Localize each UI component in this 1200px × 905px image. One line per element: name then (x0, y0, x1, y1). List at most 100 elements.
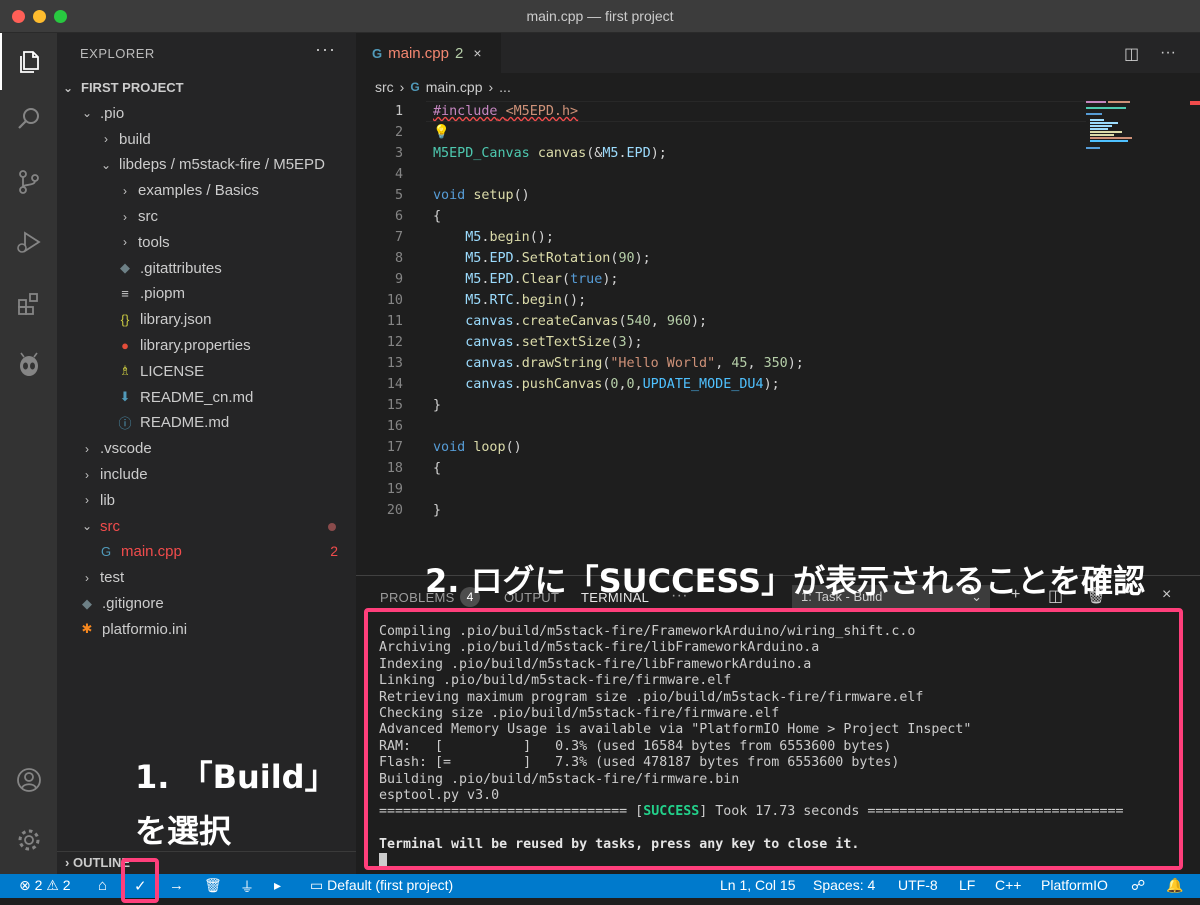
tree-item[interactable]: ● library.properties (57, 333, 356, 358)
tree-item[interactable]: › include (57, 462, 356, 487)
tree-item-label: .piopm (140, 285, 186, 303)
feedback-icon[interactable]: ☍ (1131, 877, 1145, 894)
code-line: 2 💡 (356, 122, 1086, 143)
chevron-down-icon: ⌄ (81, 106, 93, 121)
tree-item-label: tools (138, 233, 170, 251)
plug-icon[interactable]: ⏚ (240, 877, 254, 897)
home-icon[interactable]: ⌂ (98, 877, 107, 894)
code-line: 13 canvas.drawString("Hello World", 45, … (356, 353, 1086, 374)
problems-status[interactable]: ⊗ 2 ⚠ 2 (19, 877, 71, 894)
code-line: 15} (356, 395, 1086, 416)
tree-item-label: .gitignore (102, 595, 164, 612)
tree-item[interactable]: ⌄ src (57, 514, 356, 539)
code-line: 3 M5EPD_Canvas canvas(&M5.EPD); (356, 143, 1086, 164)
folder-icon: ▭ (310, 877, 328, 893)
file-icon: ♗ (119, 363, 131, 379)
platformio-activity-button[interactable] (0, 336, 57, 393)
tree-item-label: FIRST PROJECT (81, 80, 184, 95)
bell-icon[interactable]: 🔔 (1166, 877, 1183, 894)
more-actions-icon[interactable]: ··· (1160, 44, 1176, 62)
breadcrumb-more[interactable]: ... (499, 79, 511, 95)
tree-item[interactable]: › lib (57, 488, 356, 513)
tree-item-label: .pio (100, 104, 125, 122)
file-icon: ◆ (82, 595, 92, 611)
breadcrumb: src › G main.cpp › ... (356, 73, 1200, 101)
code-text: canvas.pushCanvas(0,0,UPDATE_MODE_DU4); (465, 377, 780, 392)
terminal-icon[interactable]: ▸ (274, 877, 281, 894)
tree-item[interactable]: {} library.json (57, 307, 356, 332)
cursor-position[interactable]: Ln 1, Col 15 (720, 877, 796, 893)
tree-item[interactable]: ⌄ .pio (57, 101, 356, 126)
tab-main-cpp[interactable]: G main.cpp 2 × (356, 33, 501, 73)
tree-item[interactable]: ⌄ FIRST PROJECT (57, 75, 356, 100)
vscode-window: main.cpp — first project EXPLORER ··· ⌄ … (0, 0, 1200, 905)
cpp-file-icon: G (410, 80, 420, 94)
breadcrumb-src[interactable]: src (375, 79, 394, 95)
tree-item[interactable]: › test (57, 565, 356, 590)
minimap[interactable] (1086, 101, 1186, 161)
chevron-right-icon: › (123, 235, 127, 250)
chevron-down-icon: ⌄ (81, 519, 93, 534)
accounts-activity-button[interactable] (0, 751, 57, 808)
platformio-alien-icon (19, 352, 38, 376)
platformio-status[interactable]: PlatformIO (1041, 877, 1108, 893)
tree-item[interactable]: › .vscode (57, 436, 356, 461)
status-bar: ⊗ 2 ⚠ 2 ⌂ ✓ → 🗑 ⏚ ▸ ▭ Default (first pro… (0, 874, 1200, 898)
code-line: 5 void setup() (356, 185, 1086, 206)
tree-item[interactable]: ◆ .gitattributes (57, 256, 356, 281)
chevron-down-icon: ⌄ (100, 157, 112, 172)
tree-item[interactable]: › tools (57, 230, 356, 255)
settings-activity-button[interactable] (0, 811, 57, 868)
chevron-right-icon: › (85, 441, 89, 456)
breadcrumb-file[interactable]: main.cpp (426, 79, 483, 95)
chevron-right-icon: › (488, 79, 494, 95)
upload-arrow-icon[interactable]: → (169, 877, 184, 894)
search-activity-button[interactable] (0, 90, 57, 147)
line-number: 15 (386, 398, 403, 413)
run-debug-icon (16, 230, 41, 253)
close-panel-icon[interactable]: × (1162, 586, 1171, 604)
file-icon: ✱ (81, 621, 93, 637)
code-line: 12 canvas.setTextSize(3); (356, 332, 1086, 353)
close-icon[interactable]: × (473, 45, 481, 61)
explorer-activity-button[interactable] (0, 33, 57, 90)
env-label: Default (first project) (327, 877, 454, 893)
extensions-activity-button[interactable] (0, 275, 57, 332)
code-editor[interactable]: 1 #include <M5EPD.h> 2 💡 3 M5EPD_Canvas canva… (356, 101, 1200, 575)
tree-item[interactable]: ≡ .piopm (57, 281, 356, 306)
code-line: 17 void loop() (356, 437, 1086, 458)
tree-item[interactable]: ✱ platformio.ini (57, 617, 356, 642)
clean-trash-icon[interactable]: 🗑 (204, 877, 222, 894)
tree-item[interactable]: ⬇ README_cn.md (57, 385, 356, 410)
tree-item[interactable]: › build (57, 127, 356, 152)
line-number: 2 (394, 125, 403, 140)
tree-item-label: .gitattributes (140, 259, 222, 277)
language-mode[interactable]: C++ (995, 877, 1021, 893)
env-switch[interactable]: ▭ Default (first project) (310, 877, 453, 894)
outline-section-header[interactable]: › OUTLINE (57, 851, 356, 874)
encoding[interactable]: UTF-8 (898, 877, 938, 893)
split-editor-icon[interactable]: ◫ (1124, 44, 1139, 64)
indentation[interactable]: Spaces: 4 (813, 877, 875, 893)
line-number: 3 (394, 146, 403, 161)
tree-item[interactable]: ◆ .gitignore (57, 591, 356, 616)
run-debug-activity-button[interactable] (0, 213, 57, 270)
line-number: 16 (386, 419, 403, 434)
tree-item[interactable]: ⌄ libdeps / m5stack-fire / M5EPD (57, 152, 356, 177)
tree-item[interactable]: › src (57, 204, 356, 229)
end-of-line[interactable]: LF (959, 877, 975, 893)
line-number: 17 (386, 440, 403, 455)
explorer-more-button[interactable]: ··· (315, 39, 336, 60)
line-number: 11 (386, 314, 403, 329)
tree-item[interactable]: › examples / Basics (57, 178, 356, 203)
tree-item[interactable]: Gmain.cpp 2 (57, 539, 356, 564)
tree-item[interactable]: ♗ LICENSE (57, 359, 356, 384)
tree-item[interactable]: ⓘ README.md (57, 410, 356, 435)
problem-count: 2 (330, 543, 338, 560)
code-line: 10 M5.RTC.begin(); (356, 290, 1086, 311)
source-control-activity-button[interactable] (0, 153, 57, 210)
line-number: 20 (386, 503, 403, 518)
tree-item-label: library.json (140, 311, 212, 329)
line-number: 7 (394, 230, 403, 245)
tree-item-label: src (100, 517, 120, 535)
